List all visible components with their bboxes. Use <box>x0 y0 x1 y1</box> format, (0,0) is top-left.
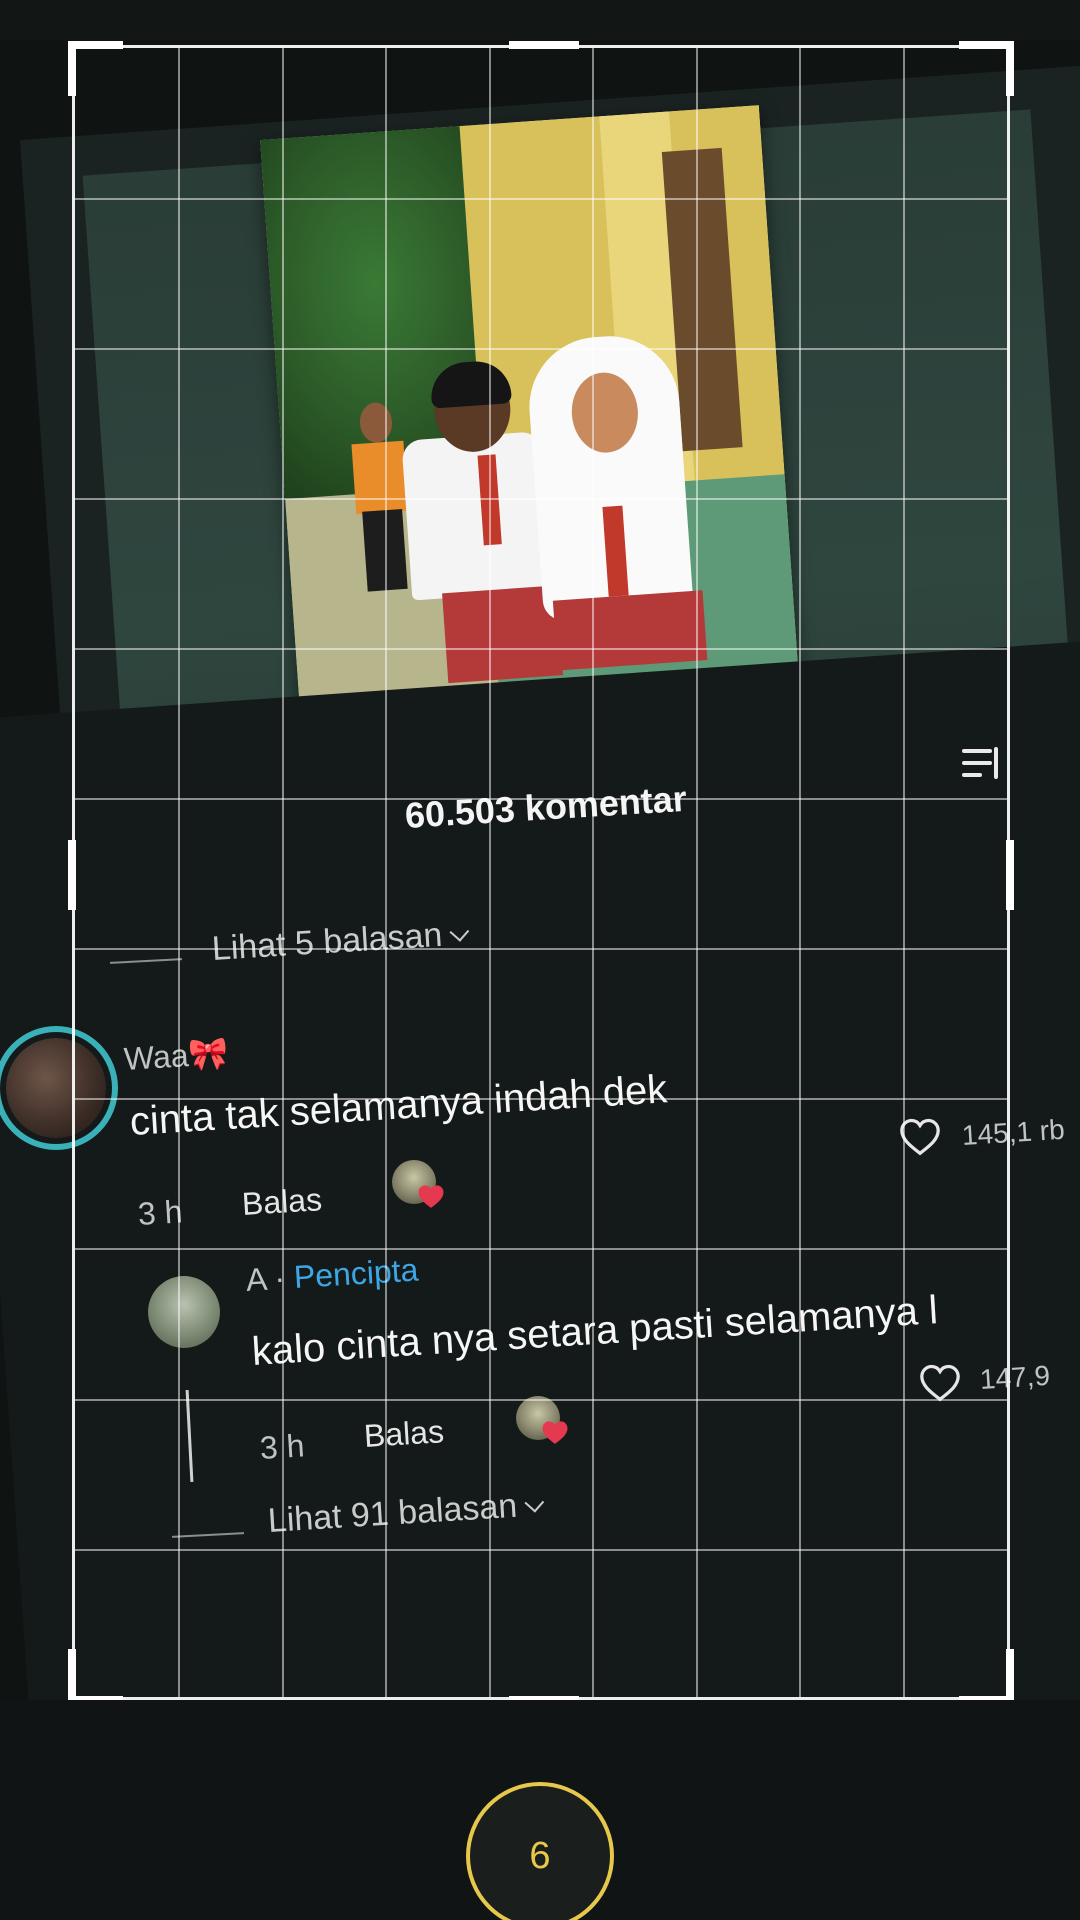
grid-line <box>488 48 491 1697</box>
record-button[interactable]: 6 <box>466 1782 614 1920</box>
grid-line <box>75 948 1007 951</box>
grid-line <box>75 198 1007 201</box>
grid-line <box>281 48 284 1697</box>
grid-line <box>75 1548 1007 1551</box>
grid-line <box>178 48 181 1697</box>
grid-line <box>385 48 388 1697</box>
crop-handle-right[interactable] <box>1006 840 1014 910</box>
grid-line <box>75 798 1007 801</box>
grid-line <box>799 48 802 1697</box>
crop-frame[interactable] <box>68 41 1014 1704</box>
grid-line <box>902 48 905 1697</box>
crop-handle-top[interactable] <box>509 41 579 49</box>
crop-handle-left[interactable] <box>68 840 76 910</box>
crop-handle-bottom-right[interactable] <box>959 1649 1014 1704</box>
grid-line <box>75 1098 1007 1101</box>
grid-line <box>695 48 698 1697</box>
crop-editor-screen: { "comments_panel": { "count_label": "60… <box>0 0 1080 1920</box>
grid-line <box>75 498 1007 501</box>
grid-line <box>75 1248 1007 1251</box>
grid-line <box>75 1398 1007 1401</box>
record-button-label: 6 <box>529 1834 551 1877</box>
crop-handle-top-right[interactable] <box>959 41 1014 96</box>
grid-line <box>592 48 595 1697</box>
crop-handle-top-left[interactable] <box>68 41 123 96</box>
grid-line <box>75 348 1007 351</box>
crop-handle-bottom-left[interactable] <box>68 1649 123 1704</box>
grid-line <box>75 648 1007 651</box>
